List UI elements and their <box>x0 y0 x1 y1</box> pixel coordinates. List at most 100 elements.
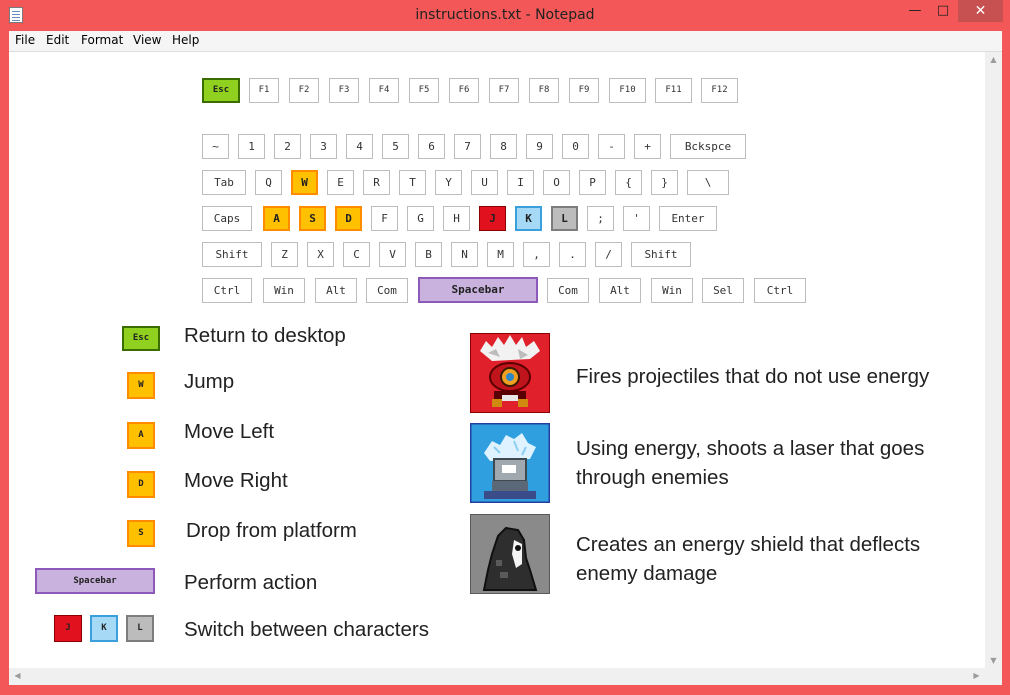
gray-shadow-character-icon <box>470 514 550 594</box>
key-left-win: Win <box>263 278 305 303</box>
scroll-left-icon[interactable]: ◀ <box>9 671 26 680</box>
key-backspace: Bckspce <box>670 134 746 159</box>
key-4: 4 <box>346 134 373 159</box>
key-enter: Enter <box>659 206 717 231</box>
legend-key-spacebar: Spacebar <box>35 568 155 594</box>
key-f9: F9 <box>569 78 599 103</box>
key-3: 3 <box>310 134 337 159</box>
legend-label-w: Jump <box>184 370 235 393</box>
legend-key-w: W <box>127 372 155 399</box>
red-fire-character-icon <box>470 333 550 413</box>
notepad-window: instructions.txt - Notepad — □ ✕ File Ed… <box>0 0 1010 695</box>
key-left-brace: { <box>615 170 642 195</box>
key-period: . <box>559 242 586 267</box>
key-esc: Esc <box>202 78 240 103</box>
menu-file[interactable]: File <box>15 33 35 47</box>
key-g: G <box>407 206 434 231</box>
legend-key-a: A <box>127 422 155 449</box>
legend-key-s: S <box>127 520 155 547</box>
key-f3: F3 <box>329 78 359 103</box>
key-f7: F7 <box>489 78 519 103</box>
key-f: F <box>371 206 398 231</box>
key-right-shift: Shift <box>631 242 691 267</box>
character-desc-3: Creates an energy shield that deflects e… <box>576 533 921 585</box>
key-plus: + <box>634 134 661 159</box>
key-o: O <box>543 170 570 195</box>
document-area[interactable]: Esc F1 F2 F3 F4 F5 F6 F7 F8 F9 F10 F11 F… <box>9 52 985 685</box>
key-p: P <box>579 170 606 195</box>
key-left-alt: Alt <box>315 278 357 303</box>
horizontal-scrollbar[interactable]: ◀ ▶ <box>9 668 985 685</box>
key-q: Q <box>255 170 282 195</box>
key-b: B <box>415 242 442 267</box>
title-bar[interactable]: instructions.txt - Notepad — □ ✕ <box>0 0 1010 31</box>
key-u: U <box>471 170 498 195</box>
key-minus: - <box>598 134 625 159</box>
key-backslash: \ <box>687 170 729 195</box>
key-semicolon: ; <box>587 206 614 231</box>
key-right-com: Com <box>547 278 589 303</box>
close-button[interactable]: ✕ <box>958 0 1003 22</box>
key-f5: F5 <box>409 78 439 103</box>
legend-label-spacebar: Perform action <box>184 571 318 594</box>
legend-label-d: Move Right <box>184 469 288 492</box>
key-e: E <box>327 170 354 195</box>
key-caps: Caps <box>202 206 252 231</box>
key-tab: Tab <box>202 170 246 195</box>
key-h: H <box>443 206 470 231</box>
key-apostrophe: ' <box>623 206 650 231</box>
vertical-scrollbar[interactable]: ▲ ▼ <box>985 52 1002 668</box>
key-6: 6 <box>418 134 445 159</box>
key-w: W <box>291 170 318 195</box>
maximize-button[interactable]: □ <box>930 0 956 22</box>
menu-help[interactable]: Help <box>172 33 199 47</box>
scroll-up-icon[interactable]: ▲ <box>985 55 1002 64</box>
key-l: L <box>551 206 578 231</box>
key-j: J <box>479 206 506 231</box>
key-right-alt: Alt <box>599 278 641 303</box>
key-tilde: ~ <box>202 134 229 159</box>
key-z: Z <box>271 242 298 267</box>
key-right-ctrl: Ctrl <box>754 278 806 303</box>
key-f1: F1 <box>249 78 279 103</box>
key-left-ctrl: Ctrl <box>202 278 252 303</box>
legend-key-k: K <box>90 615 118 642</box>
minimize-button[interactable]: — <box>902 0 928 22</box>
menu-format[interactable]: Format <box>81 33 123 47</box>
key-f12: F12 <box>701 78 738 103</box>
key-n: N <box>451 242 478 267</box>
key-left-com: Com <box>366 278 408 303</box>
key-a: A <box>263 206 290 231</box>
scrollbar-corner <box>985 668 1002 685</box>
blue-ice-character-icon <box>470 423 550 503</box>
legend-key-l: L <box>126 615 154 642</box>
key-c: C <box>343 242 370 267</box>
key-sel: Sel <box>702 278 744 303</box>
key-m: M <box>487 242 514 267</box>
key-0: 0 <box>562 134 589 159</box>
legend-label-switch: Switch between characters <box>184 618 429 641</box>
menu-edit[interactable]: Edit <box>46 33 69 47</box>
key-7: 7 <box>454 134 481 159</box>
key-d: D <box>335 206 362 231</box>
key-right-brace: } <box>651 170 678 195</box>
legend-label-s: Drop from platform <box>186 519 357 542</box>
scroll-right-icon[interactable]: ▶ <box>968 671 985 680</box>
key-v: V <box>379 242 406 267</box>
menu-view[interactable]: View <box>133 33 161 47</box>
key-f4: F4 <box>369 78 399 103</box>
key-f10: F10 <box>609 78 646 103</box>
scroll-down-icon[interactable]: ▼ <box>985 656 1002 665</box>
key-right-win: Win <box>651 278 693 303</box>
legend-label-a: Move Left <box>184 420 275 443</box>
key-i: I <box>507 170 534 195</box>
legend-label-esc: Return to desktop <box>184 324 346 347</box>
key-8: 8 <box>490 134 517 159</box>
key-t: T <box>399 170 426 195</box>
menu-bar: File Edit Format View Help <box>9 31 1002 52</box>
key-f11: F11 <box>655 78 692 103</box>
key-left-shift: Shift <box>202 242 262 267</box>
key-y: Y <box>435 170 462 195</box>
key-comma: , <box>523 242 550 267</box>
key-spacebar: Spacebar <box>418 277 538 303</box>
